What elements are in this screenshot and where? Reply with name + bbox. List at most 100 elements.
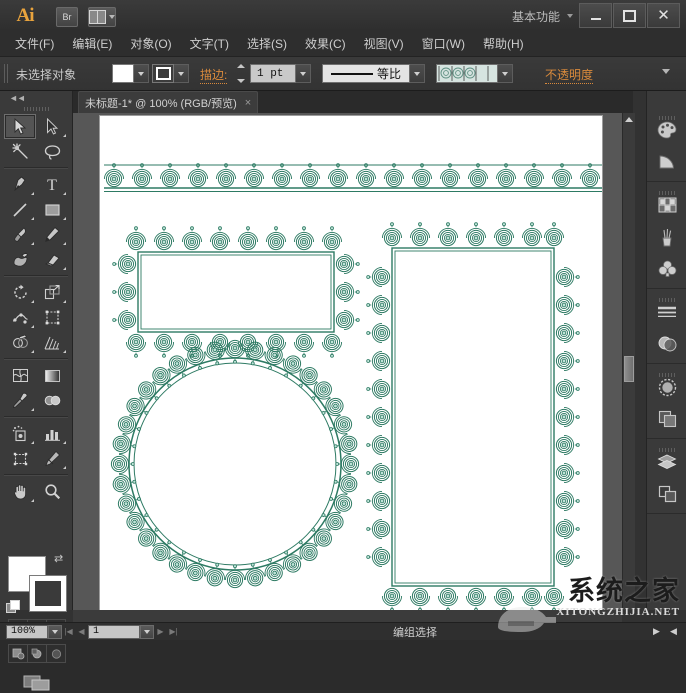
scroll-up-button[interactable]	[624, 114, 634, 125]
tool-magic-wand[interactable]	[4, 139, 36, 164]
collapse-tools-panel-button[interactable]: ◄◄	[4, 91, 68, 105]
tool-direct-selection[interactable]	[36, 114, 68, 139]
launch-bridge-button[interactable]: Br	[56, 7, 78, 27]
stroke-weight-dropdown-button[interactable]	[296, 64, 311, 83]
tool-type[interactable]: T	[36, 172, 68, 197]
document-tab[interactable]: 未标题-1* @ 100% (RGB/预览) ×	[78, 91, 258, 113]
panel-brushes[interactable]	[647, 221, 686, 253]
menu-view[interactable]: 视图(V)	[355, 32, 413, 55]
panel-color-guide[interactable]	[647, 146, 686, 178]
tool-lasso[interactable]	[36, 139, 68, 164]
fill-color-control[interactable]	[112, 64, 149, 83]
status-next-button[interactable]: ▶	[650, 625, 663, 639]
stroke-color-swatch[interactable]	[30, 576, 66, 611]
swap-fill-stroke-icon[interactable]: ⇄	[54, 552, 63, 565]
menu-edit[interactable]: 编辑(E)	[63, 32, 121, 55]
menu-object[interactable]: 对象(O)	[121, 32, 180, 55]
arrange-documents-button[interactable]	[88, 7, 116, 27]
stroke-color-control[interactable]	[152, 64, 189, 83]
menu-file[interactable]: 文件(F)	[6, 32, 63, 55]
fill-swatch[interactable]	[112, 64, 134, 83]
artboard[interactable]	[100, 116, 602, 610]
default-fill-stroke-icon[interactable]	[6, 600, 19, 613]
tool-line-segment[interactable]	[4, 197, 36, 222]
tool-artboard[interactable]	[4, 446, 36, 471]
panel-symbols[interactable]	[647, 253, 686, 285]
zoom-dropdown-button[interactable]	[48, 625, 62, 639]
brush-definition-select[interactable]	[436, 64, 498, 83]
stroke-swatch[interactable]	[152, 64, 174, 83]
tool-symbol-sprayer[interactable]	[4, 421, 36, 446]
stepper-down-icon[interactable]	[237, 79, 245, 83]
tool-shape-builder[interactable]	[4, 330, 36, 355]
stroke-weight-label[interactable]: 描边:	[200, 66, 227, 84]
tool-blob-brush[interactable]	[4, 247, 36, 272]
tool-rotate[interactable]	[4, 280, 36, 305]
close-icon[interactable]: ×	[245, 97, 251, 109]
vertical-scrollbar[interactable]	[622, 113, 635, 610]
tool-scale[interactable]	[36, 280, 68, 305]
panel-graphic-styles[interactable]	[647, 403, 686, 435]
menu-type[interactable]: 文字(T)	[181, 32, 238, 55]
draw-inside[interactable]	[47, 645, 65, 662]
last-page-button[interactable]: ▶|	[167, 625, 180, 639]
draw-behind[interactable]	[28, 645, 47, 662]
panel-transparency[interactable]	[647, 328, 686, 360]
tool-column-graph[interactable]	[36, 421, 68, 446]
menu-effect[interactable]: 效果(C)	[296, 32, 355, 55]
panel-stroke[interactable]	[647, 296, 686, 328]
stroke-dropdown-button[interactable]	[174, 64, 189, 83]
menu-window[interactable]: 窗口(W)	[413, 32, 474, 55]
tool-slice[interactable]	[36, 446, 68, 471]
menu-help[interactable]: 帮助(H)	[474, 32, 533, 55]
control-bar-grip[interactable]	[4, 64, 9, 83]
panel-artboards[interactable]	[647, 478, 686, 510]
tool-eyedropper[interactable]	[4, 388, 36, 413]
panel-layers[interactable]	[647, 446, 686, 478]
fill-dropdown-button[interactable]	[134, 64, 149, 83]
tool-paintbrush[interactable]	[4, 222, 36, 247]
stepper-up-icon[interactable]	[237, 64, 245, 68]
draw-normal[interactable]	[9, 645, 28, 662]
tool-width[interactable]	[4, 305, 36, 330]
opacity-label[interactable]: 不透明度	[545, 66, 593, 84]
canvas-area[interactable]	[73, 113, 633, 610]
tool-selection[interactable]	[4, 114, 36, 139]
tool-perspective-grid[interactable]	[36, 330, 68, 355]
tool-hand[interactable]	[4, 479, 36, 504]
width-profile-dropdown-button[interactable]	[410, 64, 425, 83]
tool-zoom[interactable]	[36, 479, 68, 504]
tool-free-transform[interactable]	[36, 305, 68, 330]
vertical-scroll-thumb[interactable]	[624, 356, 634, 382]
page-dropdown-button[interactable]	[140, 625, 154, 639]
tool-pen[interactable]	[4, 172, 36, 197]
tool-rectangle[interactable]	[36, 197, 68, 222]
stroke-weight-input[interactable]: 1 pt	[250, 64, 296, 83]
tool-eraser[interactable]	[36, 247, 68, 272]
illustrator-window: Ai Br 基本功能 ✕ 文件(F) 编辑(E) 对象(O) 文字(T) 选择(…	[0, 0, 686, 639]
tool-pencil[interactable]	[36, 222, 68, 247]
variable-width-profile-select[interactable]: 等比	[322, 64, 410, 83]
workspace-switcher[interactable]: 基本功能	[512, 7, 573, 25]
status-prev-button[interactable]: ◀	[667, 625, 680, 639]
tool-mesh[interactable]	[4, 363, 36, 388]
first-page-button[interactable]: |◀	[62, 625, 75, 639]
close-button[interactable]: ✕	[647, 3, 680, 28]
minimize-button[interactable]	[579, 3, 612, 28]
panel-color[interactable]	[647, 114, 686, 146]
tool-blend[interactable]	[36, 388, 68, 413]
menu-select[interactable]: 选择(S)	[238, 32, 296, 55]
tool-gradient[interactable]	[36, 363, 68, 388]
next-page-button[interactable]: ▶	[154, 625, 167, 639]
tools-panel-grip[interactable]	[24, 107, 50, 111]
maximize-button[interactable]	[613, 3, 646, 28]
brush-dropdown-button[interactable]	[498, 64, 513, 83]
stroke-weight-stepper[interactable]	[236, 64, 246, 83]
previous-page-button[interactable]: ◀	[75, 625, 88, 639]
panel-swatches[interactable]	[647, 189, 686, 221]
panel-menu-icon[interactable]	[662, 67, 678, 80]
screen-mode-button[interactable]	[20, 671, 54, 693]
zoom-level-input[interactable]: 100%	[6, 625, 48, 639]
panel-appearance[interactable]	[647, 371, 686, 403]
page-number-input[interactable]: 1	[88, 625, 140, 639]
